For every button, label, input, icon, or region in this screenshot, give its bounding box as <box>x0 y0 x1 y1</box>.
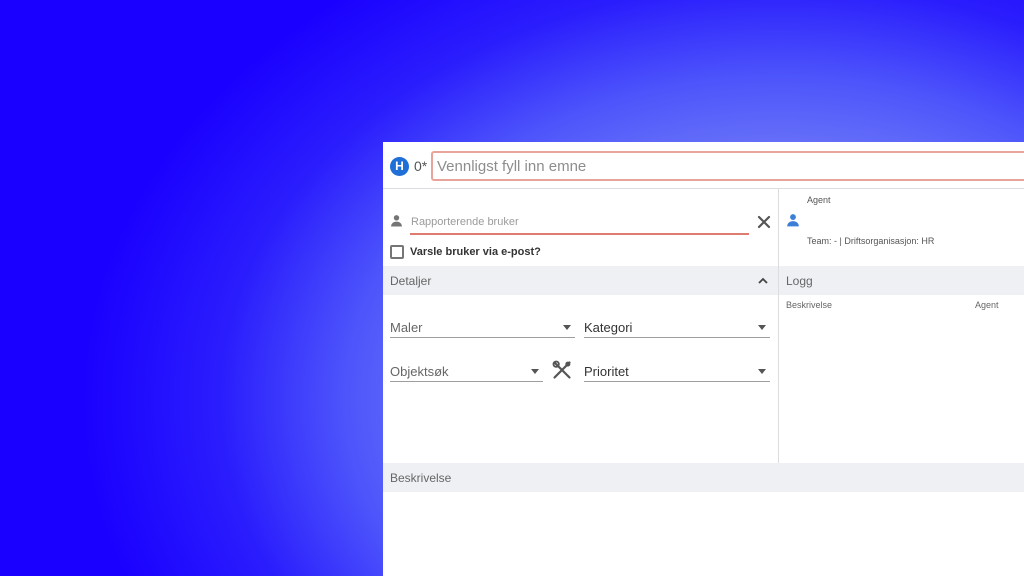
ticket-type-badge: H <box>390 157 409 176</box>
form-header: H 0* <box>383 142 1024 189</box>
description-section-header: Beskrivelse <box>383 463 1024 492</box>
templates-select[interactable]: Maler <box>390 318 575 338</box>
description-title: Beskrivelse <box>390 471 452 485</box>
agent-person-icon[interactable] <box>786 213 800 227</box>
chevron-down-icon <box>758 325 766 330</box>
log-title: Logg <box>786 274 813 288</box>
chevron-down-icon <box>563 325 571 330</box>
log-column-agent: Agent <box>975 300 999 310</box>
notify-checkbox-label: Varsle bruker via e-post? <box>410 246 541 258</box>
priority-select[interactable]: Prioritet <box>584 362 770 382</box>
object-search-select[interactable]: Objektsøk <box>390 362 543 382</box>
team-info: Team: - | Driftsorganisasjon: HR <box>807 236 935 246</box>
category-select[interactable]: Kategori <box>584 318 770 338</box>
chevron-down-icon <box>758 369 766 374</box>
chevron-up-icon[interactable] <box>758 276 768 286</box>
details-section-header[interactable]: Detaljer <box>383 266 778 295</box>
assignment-section: Agent Team: - | Driftsorganisasjon: HR <box>779 189 1024 266</box>
chevron-down-icon <box>531 369 539 374</box>
object-search-label: Objektsøk <box>390 364 449 379</box>
log-column-description: Beskrivelse <box>786 300 833 310</box>
log-section-header: Logg <box>779 266 1024 295</box>
tools-icon[interactable] <box>552 360 572 380</box>
person-icon <box>391 215 402 227</box>
clear-icon[interactable] <box>756 214 772 230</box>
ticket-id: 0* <box>414 158 428 174</box>
category-label: Kategori <box>584 320 633 335</box>
ticket-form-panel: H 0* Varsle bruker via e-post? Agent Tea… <box>383 142 1024 576</box>
reporter-input[interactable] <box>410 211 749 235</box>
notify-checkbox[interactable] <box>390 245 404 259</box>
details-title: Detaljer <box>390 274 432 288</box>
agent-label: Agent <box>807 195 831 205</box>
reporter-section: Varsle bruker via e-post? <box>383 189 778 266</box>
description-editor[interactable] <box>383 492 1024 576</box>
priority-label: Prioritet <box>584 364 629 379</box>
subject-input[interactable] <box>431 151 1024 181</box>
templates-label: Maler <box>390 320 423 335</box>
